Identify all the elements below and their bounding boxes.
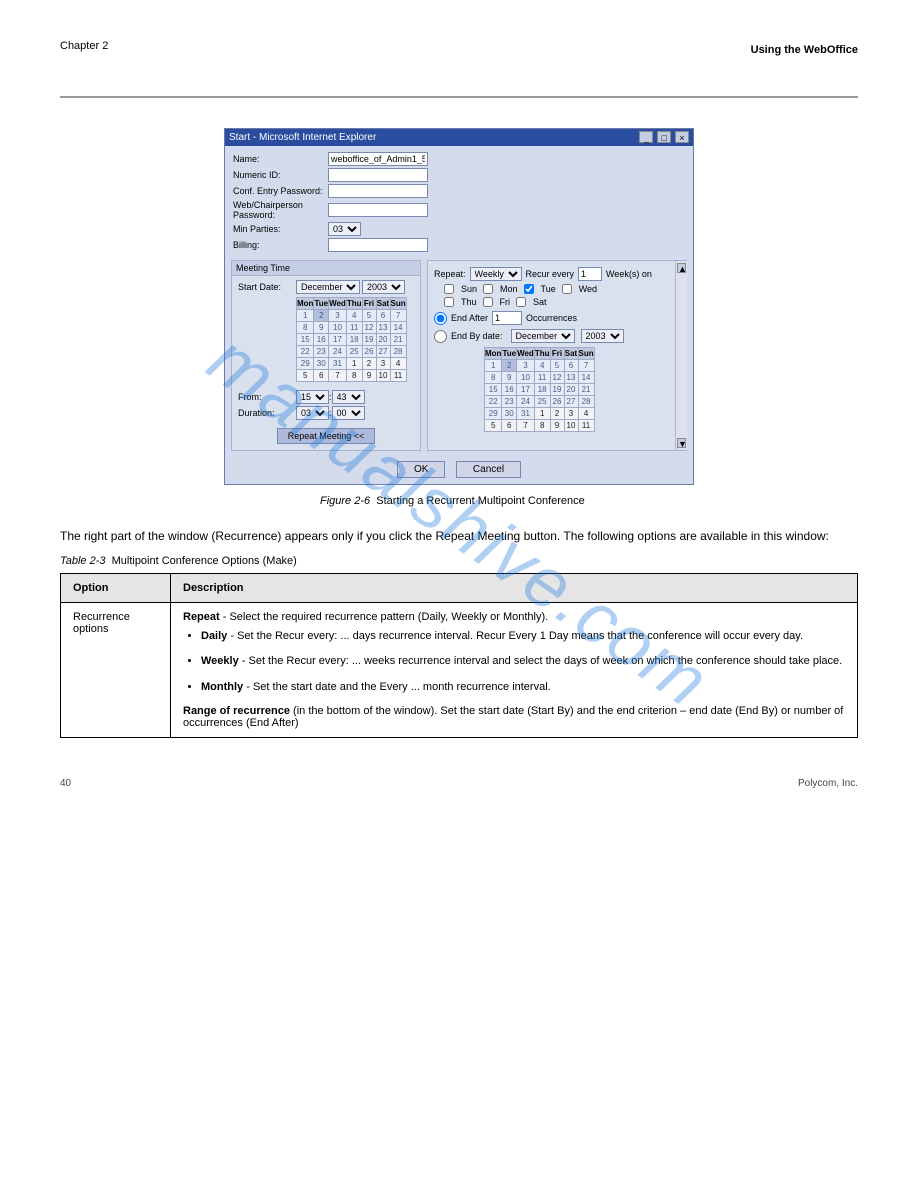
meeting-time-panel: Meeting Time Start Date: December 2003 M… — [231, 260, 421, 451]
table-caption: Table 2-3 Multipoint Conference Options … — [60, 555, 858, 567]
duration-label: Duration: — [238, 408, 296, 418]
from-label: From: — [238, 392, 296, 402]
numeric-id-input[interactable] — [328, 168, 428, 182]
header-rule — [60, 96, 858, 98]
end-after-input[interactable] — [492, 311, 522, 325]
numeric-id-label: Numeric ID: — [233, 170, 328, 180]
recurrence-panel: Repeat: Weekly Recur every Week(s) on Su… — [427, 260, 687, 451]
app-window: Start - Microsoft Internet Explorer _ □ … — [224, 128, 694, 485]
description-cell: Repeat - Select the required recurrence … — [171, 603, 858, 738]
repeat-label: Repeat: — [434, 269, 466, 279]
table-header-description: Description — [171, 574, 858, 603]
end-month-select[interactable]: December — [511, 329, 575, 343]
from-hour-select[interactable]: 15 — [296, 390, 329, 404]
close-icon[interactable]: × — [675, 131, 689, 143]
end-by-radio[interactable] — [434, 330, 447, 343]
web-chair-input[interactable] — [328, 203, 428, 217]
billing-label: Billing: — [233, 240, 328, 250]
thu-checkbox[interactable] — [444, 297, 454, 307]
end-after-radio[interactable] — [434, 312, 447, 325]
start-month-select[interactable]: December — [296, 280, 360, 294]
scroll-up-icon[interactable]: ▲ — [677, 263, 686, 273]
cancel-button[interactable]: Cancel — [456, 461, 521, 478]
meeting-time-title: Meeting Time — [232, 261, 420, 276]
mon-checkbox[interactable] — [483, 284, 493, 294]
dur-min-select[interactable]: 00 — [332, 406, 365, 420]
end-by-label: End By date: — [451, 331, 503, 341]
recur-every-input[interactable] — [578, 267, 602, 281]
end-year-select[interactable]: 2003 — [581, 329, 624, 343]
window-controls: _ □ × — [638, 131, 689, 144]
start-year-select[interactable]: 2003 — [362, 280, 405, 294]
body-paragraph: The right part of the window (Recurrence… — [60, 527, 858, 545]
billing-input[interactable] — [328, 238, 428, 252]
minimize-icon[interactable]: _ — [639, 131, 653, 143]
table-header-option: Option — [61, 574, 171, 603]
wed-checkbox[interactable] — [562, 284, 572, 294]
list-item: Daily - Set the Recur every: ... days re… — [201, 629, 845, 644]
min-parties-label: Min Parties: — [233, 224, 328, 234]
min-parties-select[interactable]: 03 — [328, 222, 361, 236]
list-item: Monthly - Set the start date and the Eve… — [201, 680, 845, 695]
weeks-on-label: Week(s) on — [606, 269, 652, 279]
sat-checkbox[interactable] — [516, 297, 526, 307]
footer-page: 40 — [60, 778, 71, 789]
options-table: Option Description Recurrence options Re… — [60, 573, 858, 738]
end-calendar[interactable]: MonTueWedThuFriSatSun 1234567 8910111213… — [484, 347, 595, 432]
maximize-icon[interactable]: □ — [657, 131, 671, 143]
end-after-label: End After — [451, 313, 488, 323]
web-chair-label: Web/Chairperson Password: — [233, 200, 328, 220]
sun-checkbox[interactable] — [444, 284, 454, 294]
window-titlebar: Start - Microsoft Internet Explorer _ □ … — [225, 129, 693, 146]
window-title: Start - Microsoft Internet Explorer — [229, 132, 376, 143]
start-date-label: Start Date: — [238, 282, 296, 292]
name-label: Name: — [233, 154, 328, 164]
figure-caption: Figure 2-6 Starting a Recurrent Multipoi… — [60, 495, 858, 507]
name-input[interactable] — [328, 152, 428, 166]
header-section: Using the WebOffice — [60, 44, 858, 56]
repeat-select[interactable]: Weekly — [470, 267, 522, 281]
repeat-meeting-button[interactable]: Repeat Meeting << — [277, 428, 376, 444]
list-item: Weekly - Set the Recur every: ... weeks … — [201, 654, 845, 669]
dur-hour-select[interactable]: 03 — [296, 406, 329, 420]
option-cell: Recurrence options — [61, 603, 171, 738]
from-min-select[interactable]: 43 — [332, 390, 365, 404]
scroll-down-icon[interactable]: ▼ — [677, 438, 686, 448]
screenshot-figure: Start - Microsoft Internet Explorer _ □ … — [60, 128, 858, 485]
conf-entry-label: Conf. Entry Password: — [233, 186, 328, 196]
footer-doc: Polycom, Inc. — [798, 778, 858, 789]
vertical-scrollbar[interactable]: ▲ ▼ — [675, 261, 687, 450]
table-row: Recurrence options Repeat - Select the r… — [61, 603, 858, 738]
occurrences-label: Occurrences — [526, 313, 577, 323]
fri-checkbox[interactable] — [483, 297, 493, 307]
ok-button[interactable]: OK — [397, 461, 445, 478]
tue-checkbox[interactable] — [524, 284, 534, 294]
conf-entry-input[interactable] — [328, 184, 428, 198]
recur-every-label: Recur every — [526, 269, 575, 279]
start-calendar[interactable]: MonTueWedThuFriSatSun 1234567 8910111213… — [296, 297, 407, 382]
